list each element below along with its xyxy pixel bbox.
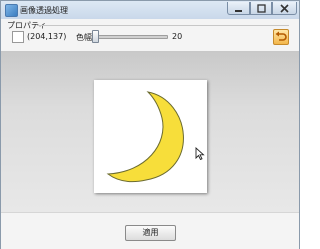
title-bar[interactable]: 画像透過処理 — [1, 1, 299, 19]
minimize-icon — [235, 10, 242, 12]
undo-arrow-icon — [275, 31, 287, 41]
crescent-moon-image — [106, 91, 184, 183]
window-title: 画像透過処理 — [20, 6, 68, 15]
coords-readout: (204,137) — [27, 32, 67, 41]
close-button[interactable] — [272, 2, 297, 15]
dialog-window: 画像透過処理 プロパティ (204,137) 色幅: 20 適用 — [0, 0, 300, 249]
undo-button[interactable] — [273, 29, 289, 45]
close-icon — [280, 4, 289, 13]
color-swatch[interactable] — [12, 31, 24, 43]
crescent-moon-shape — [106, 91, 184, 183]
mouse-cursor-icon — [195, 146, 205, 162]
image-icon — [5, 4, 18, 17]
minimize-button[interactable] — [227, 2, 250, 15]
tolerance-value: 20 — [172, 32, 183, 41]
maximize-icon — [256, 4, 266, 13]
group-divider — [37, 25, 289, 26]
properties-panel: プロパティ (204,137) 色幅: 20 — [1, 19, 299, 52]
apply-button[interactable]: 適用 — [125, 225, 176, 241]
tolerance-slider-track[interactable] — [90, 35, 168, 39]
maximize-button[interactable] — [250, 2, 272, 15]
tolerance-slider-thumb[interactable] — [92, 30, 99, 43]
image-preview[interactable] — [94, 80, 207, 193]
